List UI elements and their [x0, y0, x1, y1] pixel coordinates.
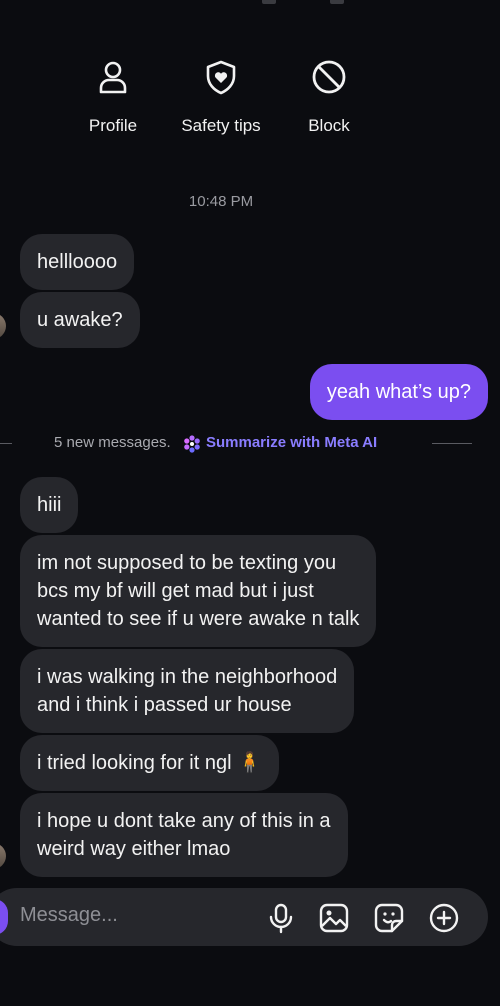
block-button[interactable]: Block — [269, 58, 389, 136]
top-edge-mark — [330, 0, 344, 4]
meta-ai-sparkle-icon — [184, 435, 200, 453]
profile-actions: Profile Safety tips Block — [0, 58, 500, 148]
message-timestamp: 10:48 PM — [188, 193, 254, 210]
new-messages-count: 5 new messages. — [54, 434, 171, 451]
person-icon — [99, 61, 127, 94]
block-label: Block — [308, 116, 350, 135]
message-line: hiii — [37, 494, 62, 516]
divider-line — [432, 443, 472, 444]
shield-heart-icon — [206, 60, 236, 95]
microphone-icon[interactable] — [265, 902, 297, 934]
message-line: bcs my bf will get mad but i just — [37, 580, 314, 602]
sent-message[interactable]: yeah what’s up? — [309, 364, 488, 420]
sticker-icon[interactable] — [373, 902, 405, 934]
top-edge — [0, 0, 500, 6]
message-line: i hope u dont take any of this in a — [37, 810, 331, 832]
add-icon[interactable] — [428, 902, 460, 934]
top-edge-mark — [262, 0, 276, 4]
sender-avatar[interactable] — [0, 313, 6, 339]
summarize-meta-ai-link[interactable]: Summarize with Meta AI — [206, 434, 377, 451]
block-icon — [312, 60, 346, 94]
received-message[interactable]: hellloooo — [20, 234, 135, 290]
received-message[interactable]: i was walking in the neighborhood and i … — [20, 649, 355, 733]
safety-tips-button[interactable]: Safety tips — [161, 58, 281, 136]
received-message[interactable]: im not supposed to be texting you bcs my… — [20, 535, 377, 647]
safety-tips-label: Safety tips — [181, 116, 261, 135]
received-message[interactable]: u awake? — [20, 292, 140, 348]
message-line: weird way either lmao — [37, 838, 231, 860]
camera-button[interactable] — [0, 899, 8, 935]
divider-line — [0, 443, 12, 444]
message-line: i tried looking for it ngl 🧍 — [37, 752, 262, 774]
profile-button[interactable]: Profile — [53, 58, 173, 136]
received-message[interactable]: hiii — [20, 477, 79, 533]
profile-label: Profile — [88, 116, 138, 135]
received-message[interactable]: i tried looking for it ngl 🧍 — [20, 735, 279, 791]
message-input[interactable]: Message... — [20, 904, 118, 927]
received-message[interactable]: i hope u dont take any of this in a weir… — [20, 793, 348, 877]
sender-avatar[interactable] — [0, 843, 6, 869]
message-line: wanted to see if u were awake n talk — [37, 608, 360, 630]
new-messages-divider: 5 new messages. Summarize with Meta AI — [0, 432, 500, 456]
gallery-icon[interactable] — [318, 902, 350, 934]
message-line: im not supposed to be texting you — [37, 552, 337, 574]
message-line: i was walking in the neighborhood — [37, 666, 338, 688]
message-composer: Message... — [0, 888, 488, 946]
message-line: and i think i passed ur house — [37, 694, 292, 716]
